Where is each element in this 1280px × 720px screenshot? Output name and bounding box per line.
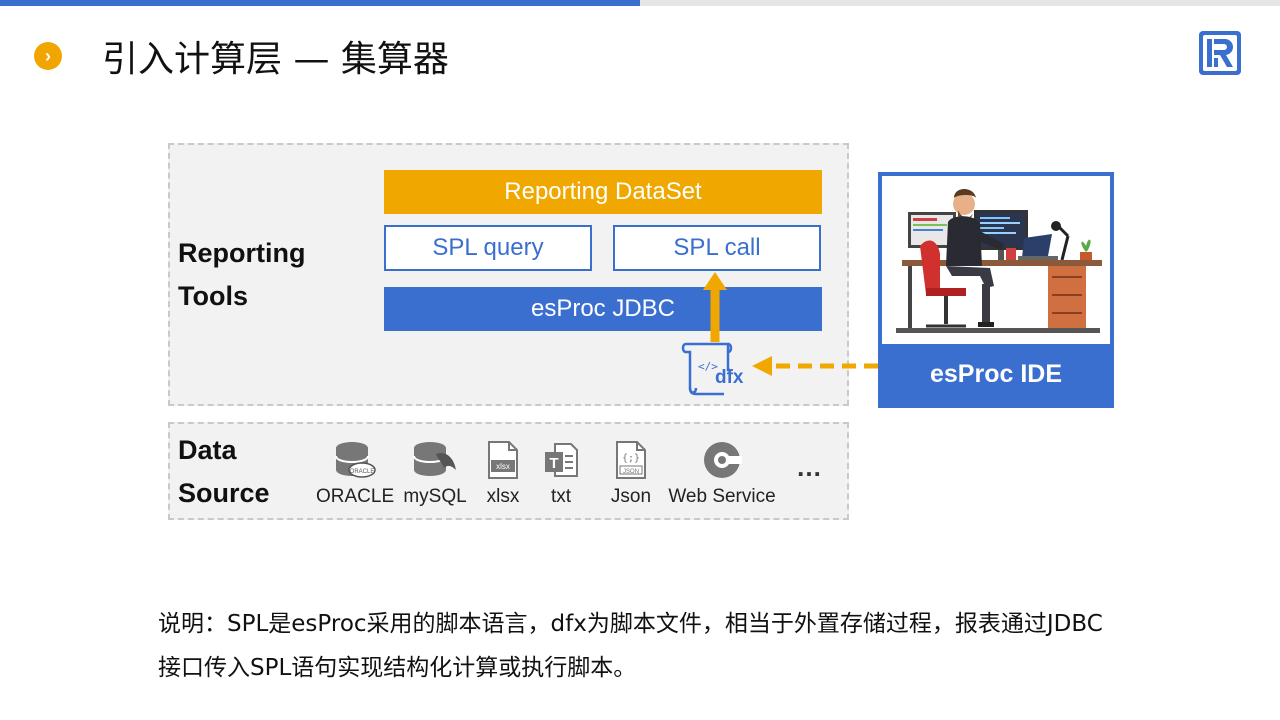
source-label-mysql: mySQL — [403, 486, 467, 507]
data-source-label-line2: Source — [178, 478, 270, 508]
svg-text:{;}: {;} — [622, 453, 640, 464]
note-line-1: 说明：SPL是esProc采用的脚本语言，dfx为脚本文件，相当于外置存储过程，… — [158, 611, 1103, 637]
note-line-2: 接口传入SPL语句实现结构化计算或执行脚本。 — [158, 655, 637, 681]
web-service-icon — [704, 442, 742, 478]
source-web-service: Web Service — [664, 440, 780, 514]
dashed-arrow-from-ide — [752, 356, 878, 376]
source-label-txt: txt — [550, 486, 572, 507]
source-label-xlsx: xlsx — [486, 486, 520, 507]
source-oracle: ORACLE ORACLE — [316, 440, 395, 514]
data-source-label: Data Source — [178, 429, 270, 515]
data-source-label-line1: Data — [178, 435, 237, 465]
source-label-oracle: ORACLE — [316, 486, 395, 507]
esproc-ide-label: esProc IDE — [929, 359, 1062, 388]
txt-file-icon: T — [545, 443, 578, 477]
svg-text:JSON: JSON — [623, 469, 639, 475]
source-mysql: mySQL — [400, 440, 470, 514]
developer-desk-illustration — [882, 176, 1110, 344]
mysql-database-icon — [413, 442, 456, 476]
oracle-database-icon: ORACLE — [335, 442, 376, 478]
source-json: {;} JSON Json — [604, 440, 658, 514]
svg-text:xlsx: xlsx — [496, 462, 510, 471]
svg-text:T: T — [549, 455, 558, 472]
svg-text:ORACLE: ORACLE — [350, 469, 375, 475]
xlsx-file-icon: xlsx — [488, 441, 518, 479]
explanation-note: 说明：SPL是esProc采用的脚本语言，dfx为脚本文件，相当于外置存储过程，… — [158, 602, 1158, 690]
source-label-json: Json — [610, 486, 652, 507]
esproc-ide-card: esProc IDE — [878, 172, 1114, 408]
source-label-web-service: Web Service — [668, 486, 776, 507]
up-arrow-to-spl-call — [703, 272, 727, 342]
source-txt: T txt — [536, 440, 586, 514]
dfx-label: dfx — [715, 367, 744, 388]
json-file-icon: {;} JSON — [616, 441, 646, 479]
more-sources-ellipsis: … — [796, 452, 823, 482]
source-xlsx: xlsx xlsx — [478, 440, 528, 514]
